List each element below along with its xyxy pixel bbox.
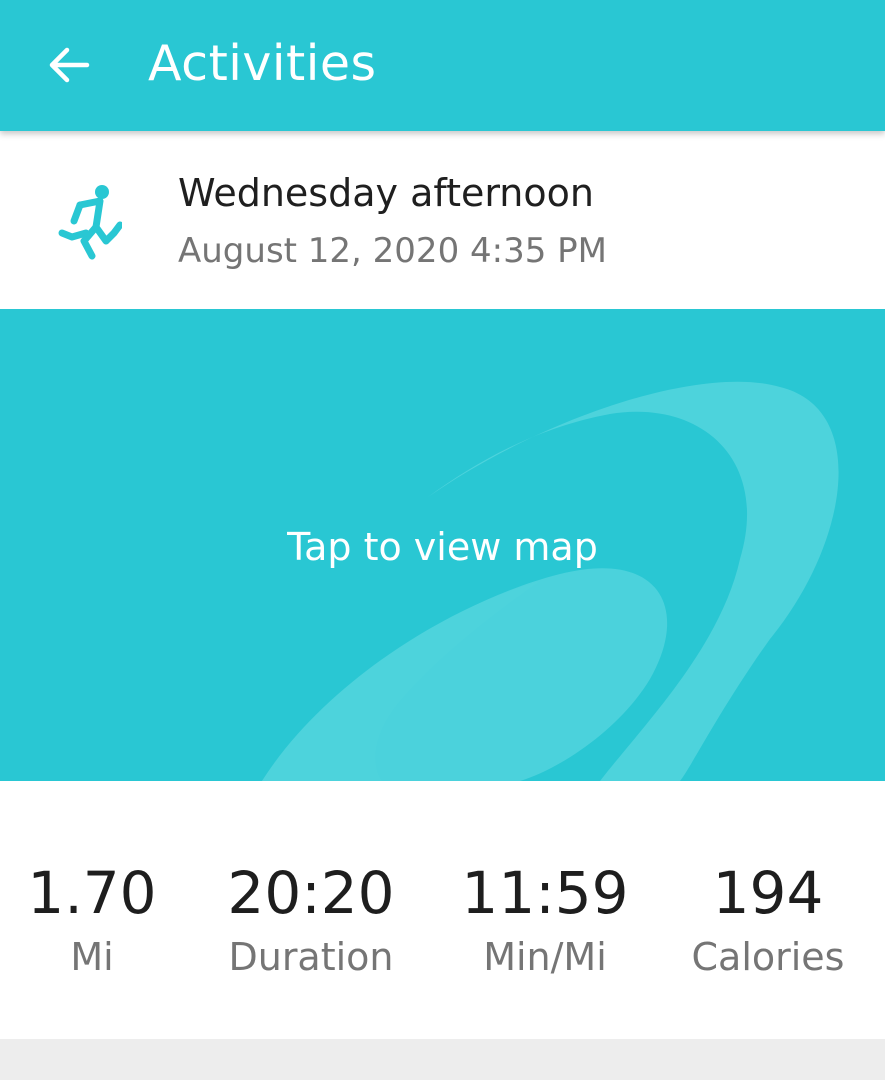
stat-duration: 20:20 Duration (201, 853, 421, 985)
activity-name: Wednesday afternoon (178, 171, 594, 215)
stat-label: Min/Mi (483, 935, 607, 979)
map-placeholder[interactable]: Tap to view map (0, 309, 885, 781)
stat-value: 20:20 (227, 859, 395, 927)
stat-distance: 1.70 Mi (0, 853, 202, 985)
activity-stats: 1.70 Mi 20:20 Duration 11:59 Min/Mi 194 … (0, 781, 885, 1039)
running-person-icon (58, 185, 122, 260)
stat-value: 1.70 (27, 859, 157, 927)
back-button[interactable] (40, 36, 98, 94)
arrow-left-icon (49, 47, 90, 83)
stat-value: 194 (712, 859, 824, 927)
app-bar: Activities (0, 0, 885, 131)
activity-header: Wednesday afternoon August 12, 2020 4:35… (0, 131, 885, 309)
stat-label: Calories (691, 935, 845, 979)
activity-datetime: August 12, 2020 4:35 PM (178, 231, 608, 271)
stat-value: 11:59 (461, 859, 629, 927)
page-title: Activities (148, 35, 377, 92)
bottom-divider (0, 1039, 885, 1080)
tap-to-view-map-label: Tap to view map (287, 525, 598, 569)
stat-label: Mi (70, 935, 114, 979)
stat-pace: 11:59 Min/Mi (435, 853, 655, 985)
stat-calories: 194 Calories (658, 853, 878, 985)
stat-label: Duration (228, 935, 394, 979)
